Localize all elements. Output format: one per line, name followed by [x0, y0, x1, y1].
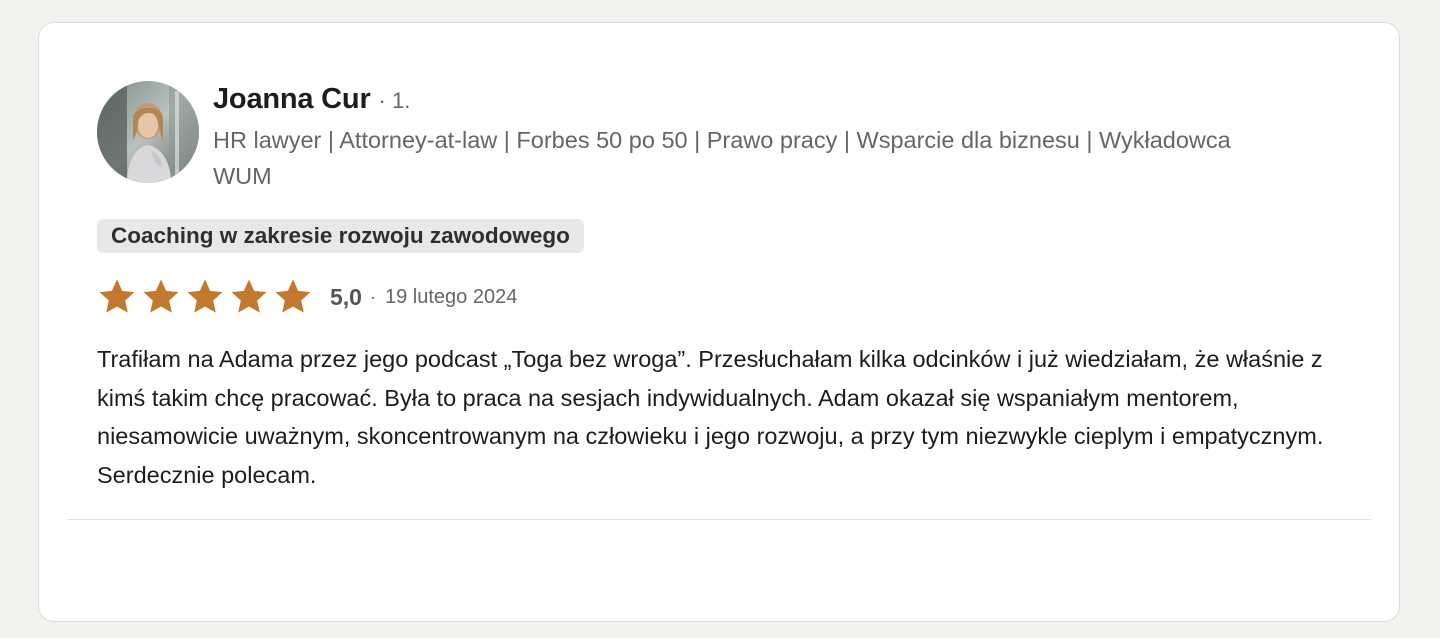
review-date: 19 lutego 2024 — [384, 285, 518, 308]
author-info: Joanna Cur · 1. HR lawyer | Attorney-at-… — [213, 83, 1253, 194]
star-icon — [187, 279, 223, 313]
rating-score: 5,0 — [330, 283, 362, 310]
author-name-line: Joanna Cur · 1. — [213, 83, 1253, 116]
connection-degree: · 1. — [378, 88, 411, 113]
divider — [67, 519, 1371, 520]
review-text: Trafiłam na Adama przez jego podcast „To… — [97, 346, 1324, 488]
author-headline: HR lawyer | Attorney-at-law | Forbes 50 … — [213, 127, 1231, 189]
service-tag: Coaching w zakresie rozwoju zawodowego — [97, 219, 584, 253]
review-card: Joanna Cur · 1. HR lawyer | Attorney-at-… — [38, 22, 1400, 622]
star-icon — [231, 279, 267, 313]
star-icon — [99, 279, 135, 313]
author-name[interactable]: Joanna Cur — [213, 83, 371, 116]
star-icon — [275, 279, 311, 313]
star-icon — [143, 279, 179, 313]
rating-row: 5,0 · 19 lutego 2024 — [97, 275, 517, 319]
avatar-photo-icon — [97, 81, 199, 183]
avatar[interactable] — [97, 81, 199, 183]
star-rating — [97, 277, 313, 317]
rating-separator: · — [369, 286, 376, 307]
